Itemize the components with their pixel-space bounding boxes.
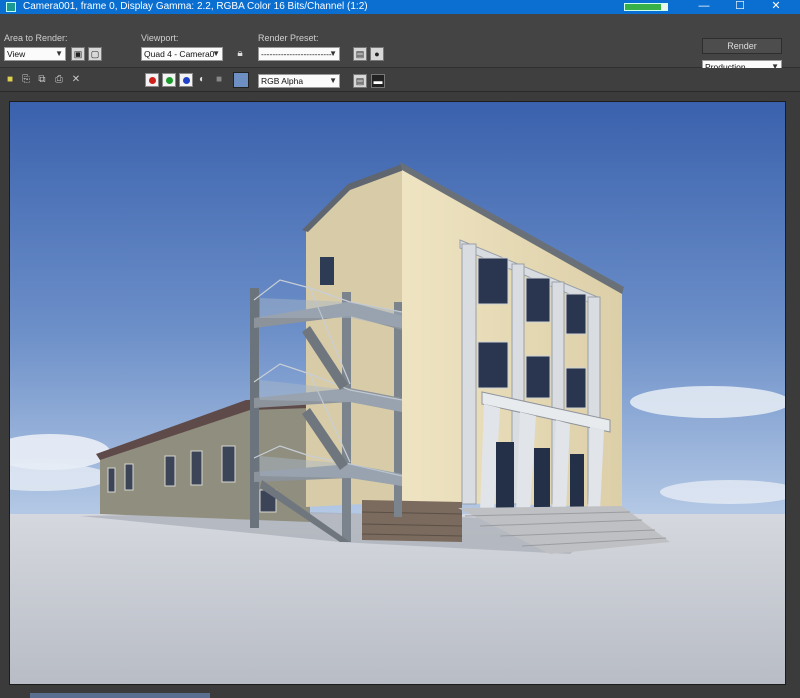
save-preset-icon[interactable]: ▤ [353,47,367,61]
clone-window-icon[interactable]: ⧉ [36,74,48,86]
lock-icon[interactable]: 🔒︎ [234,48,246,60]
viewport-select[interactable]: Quad 4 - Camera0 ▼ [141,47,223,61]
render-button[interactable]: Render [702,38,782,54]
area-to-render-value: View [7,49,26,59]
print-icon[interactable]: ⎙ [53,74,65,86]
edit-region-icon[interactable]: ▣ [71,47,85,61]
maximize-button[interactable]: ☐ [722,0,758,14]
auto-region-icon[interactable]: ▢ [88,47,102,61]
area-to-render-label: Area to Render: [4,33,68,43]
channel-display-value: RGB Alpha [261,76,304,86]
clear-icon[interactable]: ✕ [70,74,82,86]
chevron-down-icon: ▼ [329,76,337,85]
blue-channel-toggle[interactable] [179,73,193,87]
minimize-button[interactable]: — [686,0,722,14]
window-title: Camera001, frame 0, Display Gamma: 2.2, … [23,1,368,12]
blue-channel-icon [183,77,190,84]
chevron-down-icon: ▼ [329,49,337,58]
taskbar-strip [30,693,210,698]
app-icon [6,2,16,12]
monochrome-icon[interactable]: ■ [213,74,225,86]
window [320,257,334,285]
render-preset-value: ------------------------- [261,49,332,59]
red-channel-icon [149,77,156,84]
environment-icon[interactable]: ● [370,47,384,61]
copy-image-icon[interactable]: ⎘ [20,74,32,86]
save-image-icon[interactable]: ■ [4,74,16,86]
title-bar: Camera001, frame 0, Display Gamma: 2.2, … [0,0,800,14]
render-settings-toolbar: Area to Render: View ▼ ▣ ▢ Viewport: Quad… [0,14,800,74]
viewport-value: Quad 4 - Camera0 [144,49,215,59]
color-swatch[interactable] [233,72,249,88]
render-preset-label: Render Preset: [258,33,319,43]
close-button[interactable]: ✕ [758,0,794,14]
display-toggle-icon[interactable]: ▬ [371,74,385,88]
chevron-down-icon: ▼ [55,49,63,58]
chevron-down-icon: ▼ [212,49,220,58]
viewport-label: Viewport: [141,33,179,43]
overlay-icon[interactable]: ▤ [353,74,367,88]
channel-display-select[interactable]: RGB Alpha ▼ [258,74,340,88]
render-progress-fill [625,4,661,10]
alpha-icon[interactable]: ◐ [196,74,208,86]
green-channel-toggle[interactable] [162,73,176,87]
green-channel-icon [166,77,173,84]
rendered-scene [10,102,785,684]
render-preset-select[interactable]: ------------------------- ▼ [258,47,340,61]
frame-buffer-area [0,93,800,698]
rendered-image[interactable] [9,101,786,685]
red-channel-toggle[interactable] [145,73,159,87]
render-progress-bar [624,3,668,11]
area-to-render-select[interactable]: View ▼ [4,47,66,61]
cloud [630,386,785,418]
image-toolbar: ■ ⎘ ⧉ ⎙ ✕ [0,68,800,92]
